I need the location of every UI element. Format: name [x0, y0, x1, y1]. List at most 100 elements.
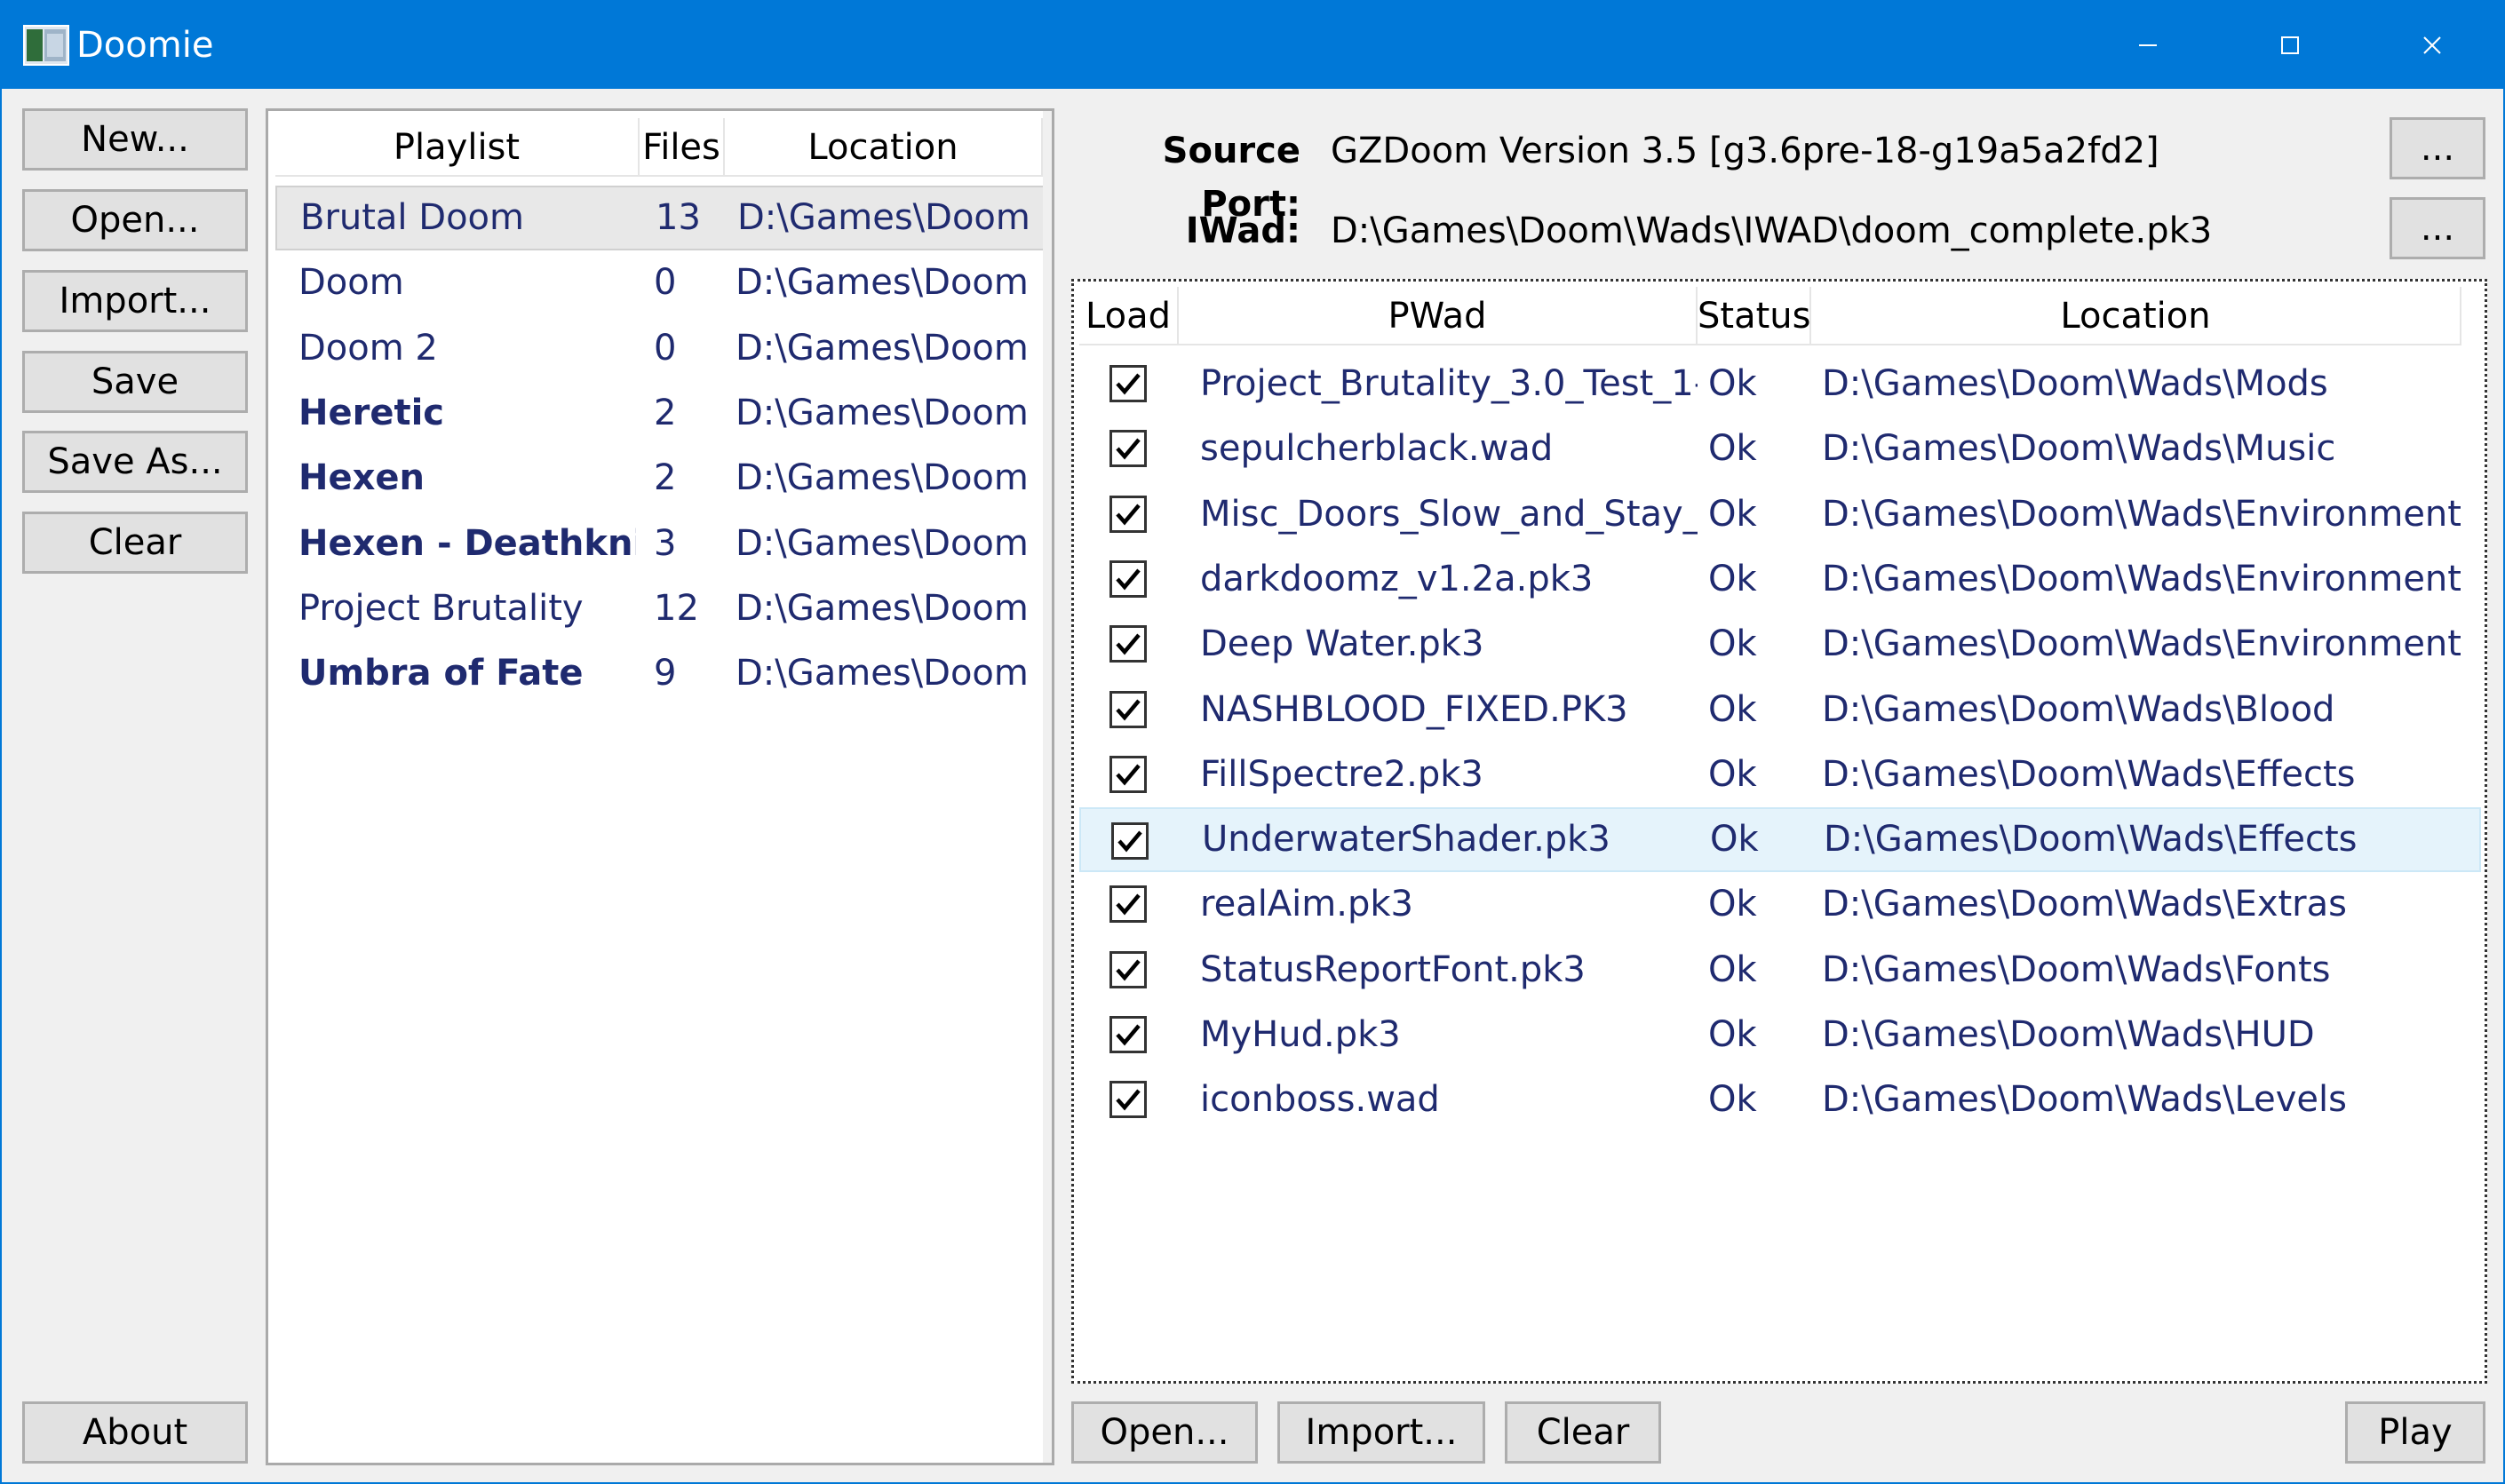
- pwad-open-button[interactable]: Open...: [1071, 1401, 1258, 1464]
- load-checkbox[interactable]: [1109, 625, 1147, 663]
- column-header-status[interactable]: Status: [1698, 287, 1811, 345]
- playlist-row[interactable]: Project Brutality 12 D:\Games\Doom: [275, 576, 1045, 641]
- playlist-row[interactable]: Hexen 2 D:\Games\Doom: [275, 446, 1045, 511]
- load-checkbox[interactable]: [1111, 822, 1149, 861]
- pwad-row[interactable]: darkdoomz_v1.2a.pk3 Ok D:\Games\Doom\Wads\…: [1079, 547, 2481, 612]
- iwad-browse-button[interactable]: ...: [2390, 197, 2485, 259]
- pwad-location: D:\Games\Doom\Wads\Fonts: [1822, 948, 2331, 990]
- iwad-value: D:\Games\Doom\Wads\IWAD\doom_complete.pk…: [1331, 210, 2213, 251]
- playlist-row[interactable]: Doom 0 D:\Games\Doom: [275, 250, 1045, 315]
- maximize-button[interactable]: [2219, 2, 2361, 89]
- checkmark-icon: [1116, 504, 1141, 526]
- minimize-button[interactable]: [2077, 2, 2219, 89]
- column-header-load[interactable]: Load: [1079, 287, 1179, 345]
- iwad-label: IWad:: [1185, 210, 1300, 251]
- load-checkbox[interactable]: [1109, 950, 1147, 988]
- window-title: Doomie: [76, 25, 214, 66]
- maximize-icon: [2281, 36, 2299, 54]
- checkmark-icon: [1116, 1089, 1141, 1111]
- playlist-files: 2: [654, 457, 677, 499]
- pwad-list[interactable]: Load PWad Status Location Project_Brutal…: [1071, 279, 2487, 1384]
- pwad-location: D:\Games\Doom\Wads\Extras: [1822, 884, 2347, 925]
- playlist-location: D:\Games\Doom: [736, 392, 1029, 433]
- pwad-name: sepulcherblack.wad: [1200, 428, 1554, 470]
- playlist-location: D:\Games\Doom: [737, 197, 1030, 238]
- new-button[interactable]: New...: [22, 108, 248, 171]
- load-checkbox[interactable]: [1109, 365, 1147, 402]
- pwad-row[interactable]: StatusReportFont.pk3 Ok D:\Games\Doom\Wads…: [1079, 938, 2481, 1003]
- pwad-row[interactable]: MyHud.pk3 Ok D:\Games\Doom\Wads\HUD: [1079, 1003, 2481, 1067]
- load-checkbox[interactable]: [1109, 495, 1147, 533]
- source-port-value: GZDoom Version 3.5 [g3.6pre-18-g19a5a2fd…: [1331, 131, 2159, 171]
- pwad-name: Project_Brutality_3.0_Test_1-2: [1200, 363, 1698, 404]
- column-header-pwad-location[interactable]: Location: [1811, 287, 2461, 345]
- pwad-row[interactable]: sepulcherblack.wad Ok D:\Games\Doom\Wads\M…: [1079, 417, 2481, 481]
- playlist-name: Umbra of Fate: [298, 653, 584, 694]
- playlist-files: 9: [654, 653, 677, 694]
- checkmark-icon: [1116, 568, 1141, 591]
- playlist-files: 0: [654, 262, 677, 304]
- pwad-name: Misc_Doors_Slow_and_Stay_Closed: [1200, 493, 1698, 535]
- load-checkbox[interactable]: [1109, 885, 1147, 924]
- pwad-row[interactable]: iconboss.wad Ok D:\Games\Doom\Wads\Levels: [1079, 1067, 2481, 1132]
- playlist-list[interactable]: Playlist Files Location Brutal Doom 13 D:\…: [266, 108, 1054, 1465]
- load-checkbox[interactable]: [1109, 1016, 1147, 1053]
- pwad-name: UnderwaterShader.pk3: [1202, 819, 1610, 861]
- playlist-location: D:\Games\Doom: [736, 327, 1029, 369]
- pwad-row[interactable]: realAim.pk3 Ok D:\Games\Doom\Wads\Extras: [1079, 872, 2481, 937]
- load-checkbox[interactable]: [1109, 430, 1147, 468]
- pwad-status: Ok: [1708, 753, 1757, 795]
- checkmark-icon: [1116, 633, 1141, 655]
- playlist-header: Playlist Files Location: [275, 118, 1045, 177]
- pwad-location: D:\Games\Doom\Wads\HUD: [1822, 1014, 2315, 1055]
- pwad-row[interactable]: UnderwaterShader.pk3 Ok D:\Games\Doom\Wads…: [1079, 807, 2481, 873]
- pwad-name: iconboss.wad: [1200, 1079, 1440, 1121]
- pwad-name: MyHud.pk3: [1200, 1014, 1401, 1055]
- checkmark-icon: [1116, 699, 1141, 720]
- pwad-location: D:\Games\Doom\Wads\Environments: [1822, 623, 2461, 665]
- save-button[interactable]: Save: [22, 351, 248, 413]
- load-checkbox[interactable]: [1109, 559, 1147, 598]
- pwad-row[interactable]: Deep Water.pk3 Ok D:\Games\Doom\Wads\Envir…: [1079, 612, 2481, 677]
- pwad-status: Ok: [1708, 1079, 1757, 1121]
- pwad-row[interactable]: Misc_Doors_Slow_and_Stay_ClosedOk D:\Game…: [1079, 482, 2481, 547]
- pwad-import-button[interactable]: Import...: [1277, 1401, 1485, 1464]
- playlist-location: D:\Games\Doom: [736, 262, 1029, 304]
- load-checkbox[interactable]: [1109, 755, 1147, 793]
- pwad-location: D:\Games\Doom\Wads\Levels: [1822, 1079, 2347, 1121]
- import-button[interactable]: Import...: [22, 270, 248, 332]
- playlist-row[interactable]: Hexen - Deathknig 3 D:\Games\Doom: [275, 512, 1045, 576]
- load-checkbox[interactable]: [1109, 690, 1147, 728]
- clear-button[interactable]: Clear: [22, 512, 248, 574]
- playlist-row[interactable]: Brutal Doom 13 D:\Games\Doom: [275, 186, 1045, 250]
- pwad-header: Load PWad Status Location: [1079, 287, 2461, 345]
- playlist-row[interactable]: Umbra of Fate 9 D:\Games\Doom: [275, 641, 1045, 706]
- about-button[interactable]: About: [22, 1401, 248, 1464]
- column-header-files[interactable]: Files: [640, 118, 725, 177]
- pwad-status: Ok: [1708, 948, 1757, 990]
- column-header-location[interactable]: Location: [725, 118, 1043, 177]
- column-header-playlist[interactable]: Playlist: [275, 118, 640, 177]
- open-button[interactable]: Open...: [22, 189, 248, 251]
- play-button[interactable]: Play: [2345, 1401, 2485, 1464]
- column-header-pwad[interactable]: PWad: [1179, 287, 1698, 345]
- save-as-button[interactable]: Save As...: [22, 431, 248, 493]
- pwad-row[interactable]: NASHBLOOD_FIXED.PK3 Ok D:\Games\Doom\Wads\…: [1079, 678, 2481, 742]
- pwad-name: Deep Water.pk3: [1200, 623, 1484, 665]
- checkmark-icon: [1116, 438, 1141, 460]
- playlist-row[interactable]: Heretic 2 D:\Games\Doom: [275, 381, 1045, 446]
- app-icon: [23, 25, 69, 66]
- pwad-row[interactable]: FillSpectre2.pk3 Ok D:\Games\Doom\Wads\Eff…: [1079, 742, 2481, 807]
- title-bar[interactable]: Doomie: [2, 2, 2503, 89]
- playlist-row[interactable]: Doom 2 0 D:\Games\Doom: [275, 316, 1045, 381]
- pwad-clear-button[interactable]: Clear: [1505, 1401, 1661, 1464]
- pwad-status: Ok: [1708, 688, 1757, 730]
- close-button[interactable]: [2361, 2, 2503, 89]
- pwad-name: NASHBLOOD_FIXED.PK3: [1200, 688, 1628, 730]
- load-checkbox[interactable]: [1109, 1081, 1147, 1119]
- pwad-row[interactable]: Project_Brutality_3.0_Test_1-2 Ok D:\Games…: [1079, 352, 2481, 417]
- checkmark-icon: [1116, 1024, 1141, 1046]
- playlist-name: Hexen: [298, 457, 425, 499]
- source-port-browse-button[interactable]: ...: [2390, 117, 2485, 179]
- pwad-status: Ok: [1710, 819, 1759, 861]
